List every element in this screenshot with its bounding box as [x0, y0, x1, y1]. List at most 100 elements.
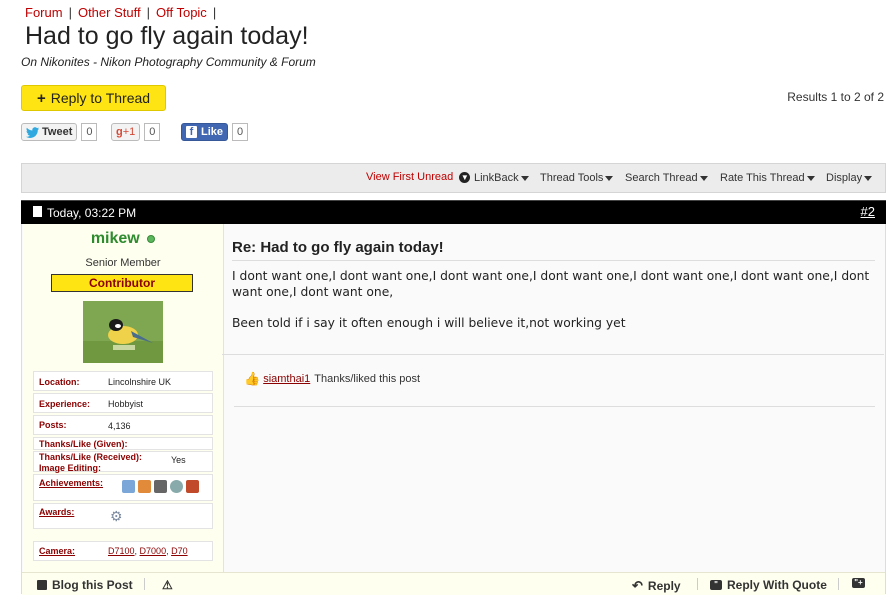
- gplus-widget: g +1 0: [111, 122, 161, 142]
- posts-row-label: Posts:: [39, 420, 67, 430]
- search-thread-menu[interactable]: Search Thread: [625, 172, 708, 184]
- reply-to-thread-label: Reply to Thread: [50, 90, 151, 106]
- warning-icon: ⚠: [162, 578, 173, 592]
- thanks-text: Thanks/liked this post: [314, 373, 421, 385]
- view-first-unread-link[interactable]: View First Unread ▼: [366, 171, 471, 183]
- online-status-icon: [147, 234, 156, 243]
- plus-icon: +: [36, 89, 46, 107]
- contributor-badge: Contributor: [51, 274, 193, 292]
- thanks-given-row-label: Thanks/Like (Given):: [39, 439, 128, 449]
- achievement-icon-1[interactable]: [122, 480, 135, 493]
- breadcrumb-separator: |: [68, 5, 72, 20]
- footer-separator: [838, 578, 839, 590]
- achievement-icon-3[interactable]: [154, 480, 167, 493]
- image-editing-label: Image Editing:: [39, 463, 102, 473]
- gplus-button[interactable]: g +1: [111, 123, 141, 141]
- blog-icon: [37, 580, 47, 590]
- camera-link[interactable]: D7000: [140, 546, 167, 556]
- thanks-user-link[interactable]: siamthai1: [263, 373, 310, 385]
- results-count: Results 1 to 2 of 2: [787, 90, 884, 104]
- post-body-line-1: I dont want one,I dont want one,I dont w…: [232, 269, 870, 299]
- post-content: Re: Had to go fly again today! I dont wa…: [222, 224, 884, 572]
- thanks-divider: [234, 406, 875, 407]
- breadcrumb-separator: |: [212, 5, 217, 20]
- camera-link[interactable]: D7100: [108, 546, 135, 556]
- camera-list: D7100, D7000, D70: [108, 546, 188, 556]
- user-info-panel: mikew Senior Member Contributor Location…: [23, 224, 224, 572]
- caret-down-icon: [864, 175, 873, 181]
- post-footer: Blog this Post ⚠ ↶ Reply " Reply With Qu…: [22, 572, 885, 595]
- thread-tools-menu[interactable]: Thread Tools: [540, 172, 614, 184]
- experience-row-value: Hobbyist: [108, 399, 144, 409]
- achievement-icon-2[interactable]: [138, 480, 151, 493]
- thanks-received-row: Thanks/Like (Received): Image Editing: Yes: [33, 451, 213, 473]
- linkback-label: LinkBack: [474, 172, 519, 184]
- subject-divider: [232, 260, 875, 261]
- achievement-icon-4[interactable]: [170, 480, 183, 493]
- thread-tools-label: Thread Tools: [540, 172, 604, 184]
- page-subtitle: On Nikonites - Nikon Photography Communi…: [21, 55, 316, 69]
- footer-separator: [144, 578, 145, 590]
- quote-icon: ": [710, 580, 722, 590]
- achievements-row-label[interactable]: Achievements:: [39, 478, 103, 488]
- camera-link[interactable]: D70: [171, 546, 188, 556]
- view-first-unread-label: View First Unread: [366, 171, 454, 183]
- reply-with-quote-button[interactable]: " Reply With Quote: [710, 578, 827, 592]
- rate-thread-menu[interactable]: Rate This Thread: [720, 172, 815, 184]
- linkback-menu[interactable]: LinkBack: [474, 172, 529, 184]
- gplus-icon: g: [116, 126, 123, 138]
- report-post-button[interactable]: ⚠: [162, 578, 173, 592]
- reply-button[interactable]: ↶ Reply: [632, 578, 681, 594]
- breadcrumb-item[interactable]: Forum: [25, 5, 63, 20]
- arrow-down-circle-icon: ▼: [459, 171, 471, 183]
- footer-separator: [697, 578, 698, 590]
- thanks-row: 👍 siamthai1 Thanks/liked this post: [244, 371, 420, 387]
- gplus-count: 0: [144, 123, 161, 141]
- experience-row: Experience: Hobbyist: [33, 393, 213, 413]
- awards-row: Awards: ⚙: [33, 503, 213, 529]
- display-menu[interactable]: Display: [826, 172, 873, 184]
- multi-quote-button[interactable]: "+: [852, 578, 865, 588]
- award-gear-icon[interactable]: ⚙: [110, 508, 123, 525]
- post-header-bar: Today, 03:22 PM #2: [21, 200, 886, 224]
- rate-thread-label: Rate This Thread: [720, 172, 805, 184]
- avatar[interactable]: [83, 301, 163, 363]
- twitter-bird-icon: [26, 126, 39, 138]
- breadcrumb-item[interactable]: Off Topic: [156, 5, 207, 20]
- camera-row: Camera: D7100, D7000, D70: [33, 541, 213, 561]
- thread-toolbar: View First Unread ▼ LinkBack Thread Tool…: [21, 163, 886, 193]
- blog-this-post-button[interactable]: Blog this Post: [37, 578, 133, 592]
- facebook-icon: f: [186, 126, 197, 138]
- caret-down-icon: [520, 175, 529, 181]
- post-number-link[interactable]: #2: [861, 204, 875, 219]
- caret-down-icon: [806, 175, 815, 181]
- tweet-button[interactable]: Tweet: [21, 123, 78, 141]
- thanks-received-row-value: Yes: [171, 455, 186, 465]
- facebook-like-button[interactable]: f Like: [181, 123, 229, 141]
- reply-with-quote-label: Reply With Quote: [727, 578, 827, 592]
- post-icon: [33, 206, 42, 217]
- achievements-row: Achievements:: [33, 474, 213, 501]
- post-subject: Re: Had to go fly again today!: [232, 239, 444, 256]
- breadcrumb-item[interactable]: Other Stuff: [78, 5, 141, 20]
- awards-row-label[interactable]: Awards:: [39, 507, 74, 517]
- camera-row-label[interactable]: Camera:: [39, 546, 75, 556]
- tweet-widget: Tweet 0: [21, 122, 98, 142]
- achievement-icon-5[interactable]: [186, 480, 199, 493]
- reply-to-thread-button[interactable]: + Reply to Thread: [21, 85, 166, 111]
- tweet-count: 0: [81, 123, 98, 141]
- page-title: Had to go fly again today!: [25, 22, 309, 50]
- gplus-label: +1: [122, 126, 136, 138]
- user-title: Senior Member: [85, 257, 161, 269]
- location-row-label: Location:: [39, 377, 80, 387]
- like-label: Like: [201, 126, 224, 138]
- thanks-given-row: Thanks/Like (Given):: [33, 437, 213, 450]
- username-link[interactable]: mikew: [91, 230, 140, 247]
- multi-quote-icon: "+: [852, 578, 865, 588]
- location-row-value: Lincolnshire UK: [108, 377, 172, 387]
- search-thread-label: Search Thread: [625, 172, 698, 184]
- contributor-badge-label: Contributor: [89, 276, 155, 290]
- blog-label: Blog this Post: [52, 578, 133, 592]
- posts-row: Posts: 4,136: [33, 415, 213, 435]
- tweet-label: Tweet: [42, 126, 73, 138]
